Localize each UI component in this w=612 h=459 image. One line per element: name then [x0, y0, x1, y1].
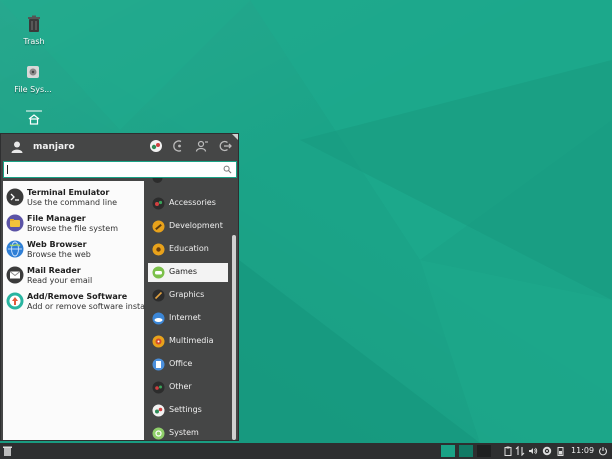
search-box[interactable] — [3, 161, 237, 178]
power-icon[interactable] — [598, 446, 608, 456]
other-icon — [152, 381, 165, 394]
category-development[interactable]: Development — [148, 217, 228, 236]
clipboard-icon[interactable] — [503, 446, 513, 456]
switch-user-icon[interactable] — [195, 139, 209, 153]
desktop-icon-label: File Sys... — [14, 85, 52, 94]
category-label: Multimedia — [169, 336, 214, 345]
category-education[interactable]: Education — [148, 240, 228, 259]
category-internet[interactable]: Internet — [148, 309, 228, 328]
office-icon — [152, 358, 165, 371]
category-multimedia[interactable]: Multimedia — [148, 332, 228, 351]
category-label: Other — [169, 382, 192, 391]
category-label: Settings — [169, 405, 202, 414]
trash-launcher-icon[interactable] — [2, 445, 13, 457]
whisker-menu: manjaro Terminal Emulator Use the comman… — [0, 133, 239, 441]
category-office[interactable]: Office — [148, 355, 228, 374]
home-icon — [26, 110, 42, 125]
gear-icon[interactable] — [542, 446, 552, 456]
favorite-description: Add or remove software insta... — [27, 302, 153, 311]
category-label: Games — [169, 267, 197, 276]
menu-header: manjaro — [1, 134, 238, 160]
category-label: Accessories — [169, 198, 216, 207]
category-label: Education — [169, 244, 209, 253]
graphics-icon — [152, 289, 165, 302]
favorite-description: Browse the file system — [27, 224, 118, 233]
internet-icon — [152, 312, 165, 325]
category-accessories[interactable]: Accessories — [148, 194, 228, 213]
category-games[interactable]: Games — [148, 263, 228, 282]
category-label: System — [169, 428, 199, 437]
category-graphics[interactable]: Graphics — [148, 286, 228, 305]
favorite-mail-reader[interactable]: Mail Reader Read your email — [3, 263, 144, 289]
category-label: Development — [169, 221, 223, 230]
workspace-2[interactable] — [459, 445, 473, 457]
lock-screen-icon[interactable] — [172, 139, 186, 153]
text-cursor — [7, 165, 8, 174]
favorite-file-manager[interactable]: File Manager Browse the file system — [3, 211, 144, 237]
favorite-description: Use the command line — [27, 198, 118, 207]
search-icon[interactable] — [223, 165, 232, 174]
favorite-title: Mail Reader — [27, 266, 81, 275]
accessories-icon — [152, 197, 165, 210]
desktop-icon-home[interactable] — [8, 108, 60, 131]
favorite-title: Add/Remove Software — [27, 292, 128, 301]
battery-icon[interactable] — [556, 446, 566, 456]
package-icon — [6, 292, 24, 310]
logout-icon[interactable] — [218, 139, 232, 153]
mail-icon — [6, 266, 24, 284]
favorite-web-browser[interactable]: Web Browser Browse the web — [3, 237, 144, 263]
multimedia-icon — [152, 335, 165, 348]
clock[interactable]: 11:09 — [571, 446, 594, 455]
desktop-icon-label: Trash — [23, 37, 45, 46]
favorite-terminal-emulator[interactable]: Terminal Emulator Use the command line — [3, 185, 144, 211]
favorites-category-icon[interactable] — [152, 178, 163, 184]
favorite-description: Browse the web — [27, 250, 91, 259]
category-label: Graphics — [169, 290, 205, 299]
scrollbar-thumb[interactable] — [232, 235, 236, 440]
drive-icon — [27, 66, 39, 78]
settings-icon — [152, 404, 165, 417]
development-icon — [152, 220, 165, 233]
favorite-description: Read your email — [27, 276, 93, 285]
category-system[interactable]: System — [148, 424, 228, 443]
category-settings[interactable]: Settings — [148, 401, 228, 420]
education-icon — [152, 243, 165, 256]
globe-icon — [6, 240, 24, 258]
favorites-list: Terminal Emulator Use the command line F… — [3, 181, 153, 440]
volume-icon[interactable] — [528, 446, 538, 456]
favorite-add-remove-software[interactable]: Add/Remove Software Add or remove softwa… — [3, 289, 153, 315]
category-scrollbar[interactable] — [232, 187, 237, 440]
favorite-title: Terminal Emulator — [27, 188, 110, 197]
system-icon — [152, 427, 165, 440]
resize-corner-icon[interactable] — [232, 134, 238, 140]
taskbar: 11:09 — [0, 443, 612, 459]
username-label: manjaro — [33, 142, 75, 152]
user-icon — [11, 141, 23, 153]
favorite-title: Web Browser — [27, 240, 87, 249]
search-input[interactable] — [6, 162, 216, 177]
settings-manager-icon[interactable] — [149, 139, 163, 153]
games-icon — [152, 266, 165, 279]
workspace-3[interactable] — [477, 445, 491, 457]
terminal-icon — [6, 188, 24, 206]
favorite-title: File Manager — [27, 214, 86, 223]
folder-icon — [6, 214, 24, 232]
desktop-icon-filesystem[interactable]: File Sys... — [7, 62, 59, 94]
workspace-1[interactable] — [441, 445, 455, 457]
category-other[interactable]: Other — [148, 378, 228, 397]
network-icon[interactable] — [515, 446, 525, 456]
desktop-icon-trash[interactable]: Trash — [8, 14, 60, 46]
category-label: Internet — [169, 313, 201, 322]
category-list: Accessories Development Education Games — [146, 178, 230, 443]
trash-icon — [28, 15, 40, 32]
category-label: Office — [169, 359, 193, 368]
